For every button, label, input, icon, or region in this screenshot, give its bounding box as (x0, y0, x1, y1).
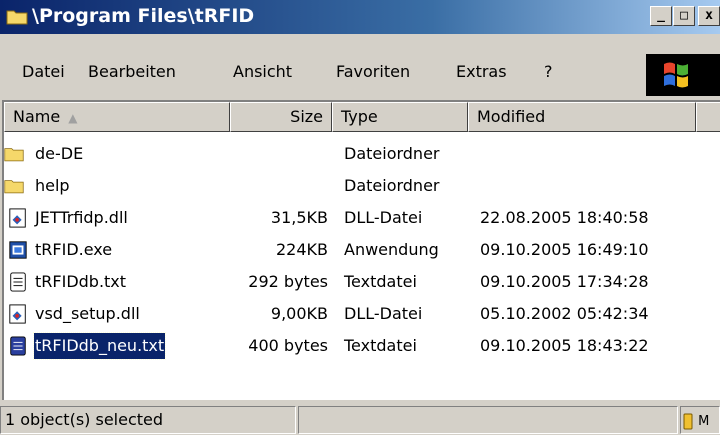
menu-help[interactable]: ? (544, 62, 553, 81)
minimize-button[interactable]: _ (650, 6, 672, 26)
sort-ascending-icon: ▲ (68, 111, 78, 125)
column-header-name[interactable]: Name ▲ (4, 102, 230, 132)
list-item[interactable]: de-DE Dateiordner (4, 138, 720, 170)
file-type: Textdatei (344, 336, 417, 355)
column-header-size[interactable]: Size (230, 102, 332, 132)
close-button[interactable]: x (698, 6, 720, 26)
menu-ansicht[interactable]: Ansicht (233, 62, 292, 81)
file-list[interactable]: Name ▲ Size Type Modified de-DE Dateiordn… (2, 100, 720, 400)
status-bar: 1 object(s) selected M (0, 404, 720, 435)
file-size: 224KB (275, 240, 328, 259)
file-type: Anwendung (344, 240, 439, 259)
file-name: help (35, 176, 70, 195)
folder-icon (4, 148, 24, 162)
file-size: 400 bytes (248, 336, 328, 355)
status-panel-empty (298, 406, 678, 434)
file-modified: 22.08.2005 18:40:58 (480, 208, 649, 227)
file-modified: 09.10.2005 16:49:10 (480, 240, 649, 259)
list-item[interactable]: vsd_setup.dll 9,00KB DLL-Datei 05.10.200… (4, 298, 720, 330)
list-item[interactable]: tRFIDdb.txt 292 bytes Textdatei 09.10.20… (4, 266, 720, 298)
status-zone-panel: M (680, 406, 720, 434)
list-item[interactable]: JETTrfidp.dll 31,5KB DLL-Datei 22.08.200… (4, 202, 720, 234)
explorer-window: \Program Files\tRFID _ □ x Datei Bearbei… (0, 0, 720, 435)
status-extra-text: M (698, 414, 710, 429)
file-type: Textdatei (344, 272, 417, 291)
list-header: Name ▲ Size Type Modified (4, 102, 720, 132)
file-type: Dateiordner (344, 144, 440, 163)
dll-icon (9, 208, 26, 228)
list-item[interactable]: tRFID.exe 224KB Anwendung 09.10.2005 16:… (4, 234, 720, 266)
exe-icon (9, 241, 27, 259)
column-header-modified[interactable]: Modified (468, 102, 696, 132)
menu-favoriten[interactable]: Favoriten (336, 62, 410, 81)
menu-extras[interactable]: Extras (456, 62, 507, 81)
file-size: 9,00KB (270, 304, 328, 323)
file-type: DLL-Datei (344, 304, 423, 323)
text-file-icon (10, 272, 26, 292)
file-modified: 09.10.2005 18:43:22 (480, 336, 649, 355)
column-header-spacer (696, 102, 720, 132)
menu-bearbeiten[interactable]: Bearbeiten (88, 62, 176, 81)
dll-icon (9, 304, 26, 324)
file-name: JETTrfidp.dll (35, 208, 128, 227)
list-item-selected[interactable]: tRFIDdb_neu.txt 400 bytes Textdatei 09.1… (4, 330, 720, 362)
maximize-button[interactable]: □ (673, 6, 695, 26)
file-name: vsd_setup.dll (35, 304, 140, 323)
column-header-type[interactable]: Type (332, 102, 468, 132)
file-modified: 09.10.2005 17:34:28 (480, 272, 649, 291)
list-item[interactable]: help Dateiordner (4, 170, 720, 202)
windows-logo-icon (646, 54, 720, 96)
window-title: \Program Files\tRFID (32, 5, 255, 27)
file-size: 292 bytes (248, 272, 328, 291)
battery-icon (683, 413, 693, 429)
file-type: DLL-Datei (344, 208, 423, 227)
file-type: Dateiordner (344, 176, 440, 195)
folder-icon (4, 180, 24, 194)
status-selection-text: 1 object(s) selected (0, 406, 296, 434)
file-name: tRFID.exe (35, 240, 113, 259)
file-name: tRFIDdb_neu.txt (32, 332, 167, 360)
menu-datei[interactable]: Datei (22, 62, 65, 81)
title-bar[interactable]: \Program Files\tRFID _ □ x (0, 0, 720, 34)
menu-bar: Datei Bearbeiten Ansicht Favoriten Extra… (0, 38, 720, 100)
file-modified: 05.10.2002 05:42:34 (480, 304, 649, 323)
file-name: tRFIDdb.txt (35, 272, 127, 291)
text-file-icon (10, 336, 26, 356)
file-name: de-DE (35, 144, 84, 163)
folder-icon (6, 10, 28, 25)
file-size: 31,5KB (270, 208, 328, 227)
